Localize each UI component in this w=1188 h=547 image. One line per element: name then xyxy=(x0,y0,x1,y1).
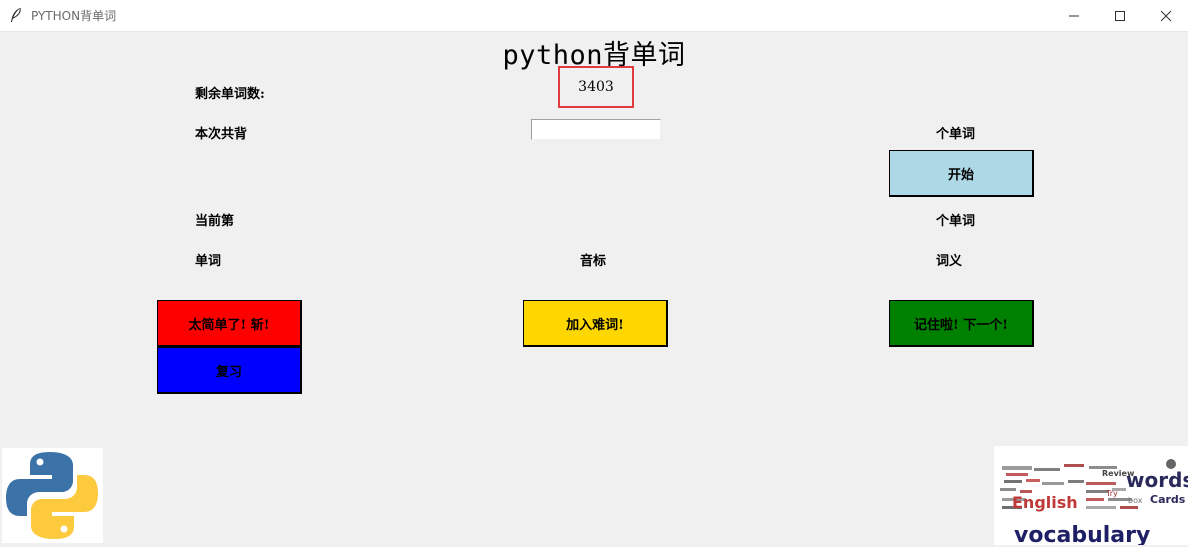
svg-text:Review: Review xyxy=(1102,469,1135,478)
svg-text:English: English xyxy=(1012,493,1078,512)
svg-text:Cards: Cards xyxy=(1150,493,1186,506)
session-unit-label: 个单词 xyxy=(936,127,976,142)
maximize-button[interactable] xyxy=(1097,0,1143,31)
meaning-column-label: 词义 xyxy=(936,254,963,269)
python-logo-icon xyxy=(6,452,98,539)
wordcloud-image: English words Cards box Review Try vocab… xyxy=(994,446,1188,545)
minimize-button[interactable] xyxy=(1051,0,1097,31)
remembered-next-button[interactable]: 记住啦! 下一个! xyxy=(889,300,1034,347)
window-title: PYTHON背单词 xyxy=(31,9,117,23)
svg-text:box: box xyxy=(1128,496,1143,505)
maximize-icon xyxy=(1115,11,1125,21)
too-easy-button[interactable]: 太简单了! 斩! xyxy=(157,300,302,347)
session-count-input[interactable] xyxy=(531,119,661,140)
add-hard-word-button[interactable]: 加入难词! xyxy=(523,300,668,347)
close-icon xyxy=(1160,10,1172,22)
svg-text:vocabulary: vocabulary xyxy=(1014,523,1150,545)
remaining-count: 3403 xyxy=(558,66,634,108)
review-button[interactable]: 复习 xyxy=(157,347,302,394)
minimize-icon xyxy=(1069,15,1079,17)
current-label: 当前第 xyxy=(195,214,235,229)
vocabulary-wordcloud-logo: English words Cards box Review Try vocab… xyxy=(994,446,1188,545)
word-column-label: 单词 xyxy=(195,254,222,269)
window-titlebar: PYTHON背单词 xyxy=(0,0,1188,32)
svg-text:Try: Try xyxy=(1105,489,1118,498)
app-content: python背单词 剩余单词数: 3403 本次共背 个单词 开始 当前第 个单… xyxy=(0,31,1188,545)
current-unit-label: 个单词 xyxy=(936,214,976,229)
session-label: 本次共背 xyxy=(195,127,248,142)
feather-icon xyxy=(11,7,21,22)
start-button[interactable]: 开始 xyxy=(889,150,1034,197)
close-button[interactable] xyxy=(1143,0,1188,31)
remaining-label: 剩余单词数: xyxy=(195,87,265,102)
python-logo xyxy=(2,448,103,543)
svg-text:words: words xyxy=(1126,468,1188,492)
phonetic-column-label: 音标 xyxy=(580,254,607,269)
